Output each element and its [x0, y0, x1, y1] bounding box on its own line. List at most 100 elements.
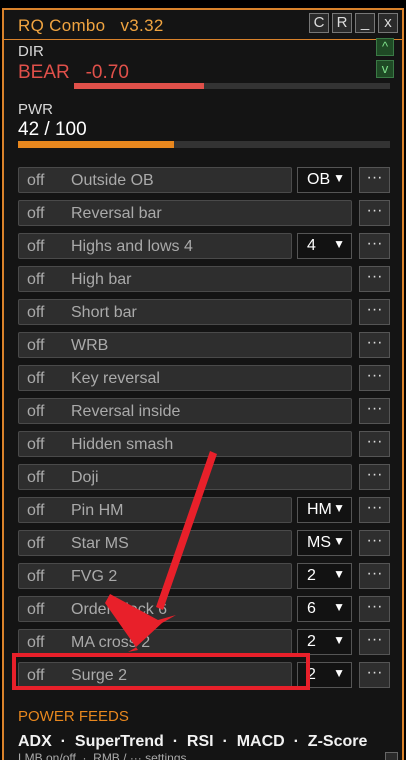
pattern-state: off: [27, 370, 45, 387]
pattern-toggle[interactable]: off Highs and lows 4: [18, 233, 292, 259]
pattern-toggle[interactable]: off Hidden smash: [18, 431, 352, 457]
pattern-toggle[interactable]: off Reversal inside: [18, 398, 352, 424]
mouse-hint: LMB on/off · RMB / ··· settings: [18, 751, 187, 760]
c-button[interactable]: C: [309, 13, 329, 33]
pattern-toggle[interactable]: off High bar: [18, 266, 352, 292]
pattern-name: Reversal inside: [71, 403, 181, 420]
pattern-toggle[interactable]: off Star MS: [18, 530, 292, 556]
chevron-down-icon: ▼: [333, 534, 345, 548]
dir-bar-fill: [74, 83, 204, 89]
pattern-toggle[interactable]: off Key reversal: [18, 365, 352, 391]
pattern-state: off: [27, 568, 45, 585]
chevron-down-icon: ▼: [333, 501, 345, 515]
settings-dots-button[interactable]: ···: [359, 497, 390, 523]
collapse-up-button[interactable]: ^: [376, 38, 394, 56]
pattern-name: Reversal bar: [71, 205, 162, 222]
pattern-name: High bar: [71, 271, 132, 288]
settings-dots-button[interactable]: ···: [359, 365, 390, 391]
pattern-state: off: [27, 535, 45, 552]
chevron-down-icon: ▼: [333, 666, 345, 680]
pattern-param-select[interactable]: 2 ▼: [297, 563, 352, 589]
select-value: 2: [307, 567, 316, 584]
pwr-label: PWR: [18, 101, 53, 118]
pattern-name: Highs and lows 4: [71, 238, 193, 255]
pattern-param-select[interactable]: HM ▼: [297, 497, 352, 523]
pattern-param-select[interactable]: 6 ▼: [297, 596, 352, 622]
pattern-toggle[interactable]: off Order block 6: [18, 596, 292, 622]
resize-handle[interactable]: [385, 752, 398, 760]
pattern-row: off Short bar ···: [18, 299, 392, 325]
pattern-param-select[interactable]: 2 ▼: [297, 662, 352, 688]
pattern-state: off: [27, 238, 45, 255]
title-bar[interactable]: RQ Combo v3.32 C R _ x: [4, 10, 402, 40]
pattern-state: off: [27, 271, 45, 288]
expand-down-button[interactable]: v: [376, 60, 394, 78]
settings-dots-button[interactable]: ···: [359, 563, 390, 589]
pattern-toggle[interactable]: off WRB: [18, 332, 352, 358]
pattern-toggle[interactable]: off Outside OB: [18, 167, 292, 193]
pattern-toggle[interactable]: off Pin HM: [18, 497, 292, 523]
pattern-toggle[interactable]: off Reversal bar: [18, 200, 352, 226]
pattern-toggle[interactable]: off Short bar: [18, 299, 352, 325]
dir-number: -0.70: [85, 62, 129, 83]
settings-dots-button[interactable]: ···: [359, 662, 390, 688]
pwr-bar: [18, 141, 390, 148]
chevron-down-icon: ▼: [333, 567, 345, 581]
select-value: 2: [307, 633, 316, 650]
pattern-state: off: [27, 337, 45, 354]
pattern-row: off FVG 2 2 ▼ ···: [18, 563, 392, 589]
pattern-row: off Reversal bar ···: [18, 200, 392, 226]
settings-dots-button[interactable]: ···: [359, 530, 390, 556]
pattern-toggle[interactable]: off FVG 2: [18, 563, 292, 589]
pattern-toggle[interactable]: off Doji: [18, 464, 352, 490]
pwr-bar-fill: [18, 141, 175, 148]
pattern-row: off Order block 6 6 ▼ ···: [18, 596, 392, 622]
minimize-button[interactable]: _: [355, 13, 375, 33]
pattern-param-select[interactable]: 2 ▼: [297, 629, 352, 655]
settings-dots-button[interactable]: ···: [359, 233, 390, 259]
select-value: 2: [307, 666, 316, 683]
pattern-name: Order block 6: [71, 601, 168, 618]
pattern-name: Doji: [71, 469, 99, 486]
pattern-state: off: [27, 304, 45, 321]
settings-dots-button[interactable]: ···: [359, 332, 390, 358]
pattern-row: off Highs and lows 4 4 ▼ ···: [18, 233, 392, 259]
pattern-name: Hidden smash: [71, 436, 174, 453]
pattern-row: off Doji ···: [18, 464, 392, 490]
settings-dots-button[interactable]: ···: [359, 629, 390, 655]
close-button[interactable]: x: [378, 13, 398, 33]
settings-dots-button[interactable]: ···: [359, 398, 390, 424]
pattern-name: Key reversal: [71, 370, 160, 387]
dir-value: BEAR -0.70: [18, 62, 129, 84]
dir-direction: BEAR: [18, 62, 70, 83]
settings-dots-button[interactable]: ···: [359, 200, 390, 226]
pattern-param-select[interactable]: OB ▼: [297, 167, 352, 193]
settings-dots-button[interactable]: ···: [359, 464, 390, 490]
pattern-name: Star MS: [71, 535, 129, 552]
settings-dots-button[interactable]: ···: [359, 266, 390, 292]
power-feeds-title: POWER FEEDS: [18, 708, 129, 725]
pattern-toggle[interactable]: off Surge 2: [18, 662, 292, 688]
dir-label: DIR: [18, 43, 44, 60]
pattern-row: off Reversal inside ···: [18, 398, 392, 424]
dir-bar: [74, 83, 390, 89]
pattern-toggle[interactable]: off MA cross 2: [18, 629, 292, 655]
pattern-param-select[interactable]: MS ▼: [297, 530, 352, 556]
pattern-row: off High bar ···: [18, 266, 392, 292]
pattern-row: off Pin HM HM ▼ ···: [18, 497, 392, 523]
pattern-name: Outside OB: [71, 172, 154, 189]
pattern-state: off: [27, 469, 45, 486]
select-value: MS: [307, 534, 331, 551]
settings-dots-button[interactable]: ···: [359, 596, 390, 622]
pattern-name: Pin HM: [71, 502, 124, 519]
r-button[interactable]: R: [332, 13, 352, 33]
pattern-name: Surge 2: [71, 667, 128, 684]
settings-dots-button[interactable]: ···: [359, 431, 390, 457]
pattern-state: off: [27, 634, 45, 651]
pattern-param-select[interactable]: 4 ▼: [297, 233, 352, 259]
settings-dots-button[interactable]: ···: [359, 167, 390, 193]
pattern-name: Short bar: [71, 304, 137, 321]
chevron-down-icon: ▼: [333, 633, 345, 647]
settings-dots-button[interactable]: ···: [359, 299, 390, 325]
pattern-state: off: [27, 601, 45, 618]
